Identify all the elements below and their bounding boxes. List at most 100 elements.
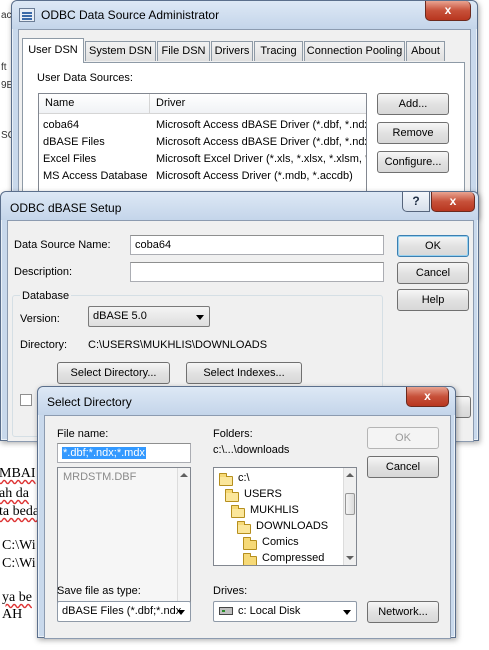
folder-open-icon — [231, 505, 245, 518]
chevron-down-icon — [196, 315, 204, 320]
setup-cancel-button[interactable]: Cancel — [397, 262, 469, 284]
file-name-field[interactable]: *.dbf;*.ndx;*.mdx — [57, 443, 191, 463]
tab-user-dsn[interactable]: User DSN — [22, 38, 84, 63]
bg-fragment: ta beda — [0, 504, 40, 519]
bg-fragment: ya be — [2, 590, 32, 605]
bg-fragment: ft — [1, 62, 7, 73]
odbc-app-icon — [19, 8, 35, 22]
setup-checkbox[interactable] — [20, 394, 32, 406]
odbc-admin-window: ODBC Data Source Administrator x User DS… — [11, 0, 478, 219]
user-data-sources-label: User Data Sources: — [37, 72, 133, 84]
version-value: dBASE 5.0 — [93, 310, 147, 322]
select-directory-ok-button[interactable]: OK — [367, 427, 439, 449]
column-header-driver[interactable]: Driver — [156, 97, 185, 109]
row-driver: Microsoft Access dBASE Driver (*.dbf, *.… — [156, 119, 367, 131]
setup-help-button[interactable]: Help — [397, 289, 469, 311]
add-button[interactable]: Add... — [377, 93, 449, 115]
file-name-label: File name: — [57, 428, 109, 440]
table-row[interactable]: coba64 Microsoft Access dBASE Driver (*.… — [39, 117, 366, 134]
tab-drivers[interactable]: Drivers — [211, 41, 253, 61]
description-field[interactable] — [130, 262, 384, 282]
folders-label: Folders: — [213, 428, 253, 440]
table-row[interactable]: Excel Files Microsoft Excel Driver (*.xl… — [39, 151, 366, 168]
user-data-sources-list[interactable]: Name Driver coba64 Microsoft Access dBAS… — [38, 93, 367, 193]
bg-fragment: ac — [1, 10, 12, 21]
version-label: Version: — [20, 313, 60, 325]
configure-button[interactable]: Configure... — [377, 151, 449, 173]
directory-label: Directory: — [20, 339, 68, 351]
tab-tracing[interactable]: Tracing — [254, 41, 303, 61]
scroll-down-icon[interactable] — [346, 556, 354, 560]
bg-fragment: C:\Wi — [2, 538, 36, 553]
close-icon: x — [449, 194, 457, 208]
database-group-label: Database — [20, 290, 72, 302]
select-directory-titlebar[interactable]: Select Directory x — [38, 387, 455, 415]
folder-tree-scrollbar[interactable] — [343, 468, 356, 565]
bg-fragment: ah da — [0, 486, 29, 501]
user-dsn-tab-page: User Data Sources: Name Driver coba64 Mi… — [22, 62, 465, 212]
remove-button[interactable]: Remove — [377, 122, 449, 144]
column-header-name[interactable]: Name — [45, 97, 74, 109]
row-name: dBASE Files — [43, 136, 105, 148]
scroll-thumb[interactable] — [345, 493, 355, 515]
description-label: Description: — [14, 266, 73, 278]
bg-fragment: C:\Wi — [2, 556, 36, 571]
select-directory-title: Select Directory — [47, 395, 132, 409]
help-icon: ? — [412, 194, 420, 208]
data-source-name-field[interactable]: coba64 — [130, 235, 384, 255]
directory-value: C:\USERS\MUKHLIS\DOWNLOADS — [88, 339, 268, 351]
tab-file-dsn[interactable]: File DSN — [157, 41, 210, 61]
list-item: MRDSTM.DBF — [63, 471, 137, 483]
dbase-setup-title: ODBC dBASE Setup — [10, 201, 122, 215]
dbase-setup-close-button[interactable]: x — [431, 192, 475, 212]
close-icon: x — [424, 389, 431, 403]
version-dropdown[interactable]: dBASE 5.0 — [88, 306, 210, 327]
network-button[interactable]: Network... — [367, 601, 439, 623]
chevron-down-icon — [343, 610, 351, 615]
select-directory-close-button[interactable]: x — [406, 387, 449, 407]
row-driver: Microsoft Excel Driver (*.xls, *.xlsx, *… — [156, 153, 367, 165]
save-as-type-value: dBASE Files (*.dbf;*.ndx — [62, 605, 182, 617]
odbc-admin-close-button[interactable]: x — [425, 1, 471, 21]
row-driver: Microsoft Access Driver (*.mdb, *.accdb) — [156, 170, 353, 182]
odbc-admin-titlebar[interactable]: ODBC Data Source Administrator x — [12, 1, 477, 29]
setup-ok-button[interactable]: OK — [397, 235, 469, 257]
row-name: coba64 — [43, 119, 80, 131]
drives-dropdown[interactable]: c: Local Disk — [213, 601, 357, 622]
help-caption-button[interactable]: ? — [402, 192, 430, 212]
dbase-setup-titlebar[interactable]: ODBC dBASE Setup ? x — [1, 192, 478, 220]
save-as-type-dropdown[interactable]: dBASE Files (*.dbf;*.ndx — [57, 601, 191, 622]
folder-open-icon — [225, 489, 239, 502]
select-indexes-button[interactable]: Select Indexes... — [186, 362, 302, 384]
chevron-down-icon — [177, 610, 185, 615]
table-row[interactable]: dBASE Files Microsoft Access dBASE Drive… — [39, 134, 366, 151]
row-name: MS Access Database — [43, 170, 148, 182]
tab-system-dsn[interactable]: System DSN — [85, 41, 156, 61]
tab-about[interactable]: About — [406, 41, 445, 61]
save-as-type-label: Save file as type: — [57, 585, 141, 597]
hard-drive-icon — [219, 607, 233, 615]
folder-open-icon — [219, 473, 233, 486]
current-path: c:\...\downloads — [213, 444, 290, 456]
odbc-admin-title: ODBC Data Source Administrator — [41, 8, 220, 22]
data-source-name-label: Data Source Name: — [14, 239, 111, 251]
select-directory-window: Select Directory x File name: *.dbf;*.nd… — [37, 386, 456, 639]
table-row[interactable]: MS Access Database Microsoft Access Driv… — [39, 168, 366, 185]
drive-value: c: Local Disk — [238, 605, 301, 617]
bg-fragment: AH — [2, 607, 23, 622]
folder-open-icon — [237, 521, 251, 534]
tab-connection-pooling[interactable]: Connection Pooling — [304, 41, 405, 61]
drives-label: Drives: — [213, 585, 248, 597]
close-icon: x — [444, 3, 452, 17]
file-name-value: *.dbf;*.ndx;*.mdx — [62, 447, 146, 459]
scroll-up-icon[interactable] — [346, 473, 354, 477]
row-name: Excel Files — [43, 153, 97, 165]
row-driver: Microsoft Access dBASE Driver (*.dbf, *.… — [156, 136, 367, 148]
select-directory-cancel-button[interactable]: Cancel — [367, 456, 439, 478]
folder-icon — [243, 537, 257, 550]
bg-fragment: MBAI — [0, 466, 36, 481]
folder-tree[interactable]: c:\ USERS MUKHLIS DOWNLOADS Comics Compr… — [213, 467, 357, 566]
select-directory-button[interactable]: Select Directory... — [57, 362, 170, 384]
list-header: Name Driver — [39, 94, 366, 114]
folder-icon — [243, 553, 257, 565]
